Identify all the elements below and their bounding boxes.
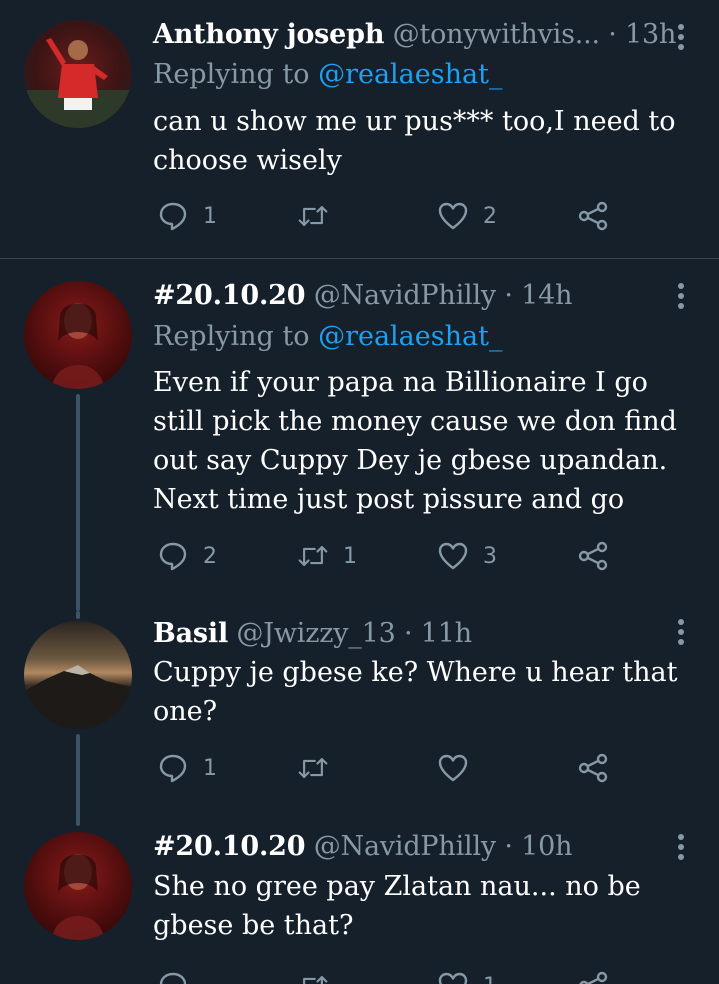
reply-button[interactable]: 1: [157, 748, 217, 788]
display-name[interactable]: #20.10.20: [153, 280, 306, 311]
avatar[interactable]: [24, 20, 132, 128]
tweet[interactable]: #20.10.20 @NavidPhilly · 14h Replying to…: [0, 259, 719, 611]
timestamp[interactable]: 11h: [421, 618, 472, 649]
separator-dot: ·: [504, 831, 513, 862]
tweet-text: can u show me ur pus*** too,I need to ch…: [153, 106, 676, 176]
retweet-button[interactable]: 1: [297, 536, 357, 576]
avatar-image: [52, 854, 104, 940]
tweet-header: Basil @Jwizzy_13 · 11h: [153, 617, 659, 651]
tweet-actions: 1 2: [153, 196, 633, 236]
retweet-button[interactable]: [297, 748, 343, 788]
share-button[interactable]: [577, 536, 609, 576]
separator-dot: ·: [608, 19, 617, 50]
tweet-header: #20.10.20 @NavidPhilly · 10h: [153, 830, 659, 864]
reply-icon: [159, 754, 187, 783]
replying-to-label: Replying to: [153, 321, 319, 352]
share-icon: [579, 971, 608, 984]
thread-connector: [76, 394, 80, 611]
thread-connector: [76, 611, 80, 619]
tweet-text: Even if your papa na Billionaire I go st…: [153, 367, 677, 515]
display-name[interactable]: #20.10.20: [153, 831, 306, 862]
retweet-button[interactable]: [297, 966, 343, 984]
more-options-icon[interactable]: [675, 834, 687, 862]
more-options-icon[interactable]: [675, 283, 687, 311]
user-handle[interactable]: @tonywithvis...: [393, 19, 600, 50]
replying-to-label: Replying to: [153, 59, 319, 90]
tweet-actions: 2 1 3: [153, 536, 633, 576]
like-count: 1: [483, 974, 497, 984]
avatar-image: [52, 303, 104, 389]
user-handle[interactable]: @NavidPhilly: [314, 831, 496, 862]
share-button[interactable]: [577, 748, 609, 788]
mention-link[interactable]: @realaeshat_: [318, 321, 502, 352]
avatar[interactable]: [24, 281, 132, 389]
retweet-icon: [298, 546, 328, 566]
like-count: 2: [483, 203, 497, 229]
share-icon: [578, 541, 608, 571]
timestamp[interactable]: 14h: [521, 280, 572, 311]
tweet[interactable]: Basil @Jwizzy_13 · 11h Cuppy je gbese ke…: [0, 611, 719, 826]
mention-link[interactable]: @realaeshat_: [318, 59, 502, 90]
reply-button[interactable]: 1: [157, 196, 217, 236]
replying-to: Replying to @realaeshat_: [153, 58, 502, 92]
share-icon: [578, 201, 608, 231]
like-count: 3: [483, 543, 497, 569]
separator-dot: ·: [403, 618, 413, 649]
thread-connector: [76, 734, 80, 826]
avatar[interactable]: [24, 832, 132, 940]
heart-icon: [438, 202, 468, 230]
display-name[interactable]: Basil: [153, 618, 228, 649]
tweet-actions: 1: [153, 748, 633, 788]
more-options-icon[interactable]: [675, 24, 687, 52]
like-button[interactable]: [437, 748, 483, 788]
tweet-header: Anthony joseph @tonywithvis... · 13h: [153, 18, 676, 52]
heart-icon: [438, 542, 468, 570]
replying-to: Replying to @realaeshat_: [153, 320, 502, 354]
avatar-image: [24, 38, 132, 128]
tweet-actions: 1: [153, 966, 633, 984]
reply-button[interactable]: [157, 966, 203, 984]
retweet-icon: [298, 206, 328, 226]
like-button[interactable]: 2: [437, 196, 497, 236]
tweet-text: Cuppy je gbese ke? Where u hear that one…: [153, 657, 678, 727]
timestamp[interactable]: 10h: [521, 831, 572, 862]
reply-icon: [159, 202, 187, 231]
like-button[interactable]: 1: [437, 966, 497, 984]
retweet-button[interactable]: [297, 196, 343, 236]
tweet-header: #20.10.20 @NavidPhilly · 14h: [153, 279, 659, 313]
avatar-image: [24, 665, 132, 729]
like-button[interactable]: 3: [437, 536, 497, 576]
share-icon: [578, 753, 608, 783]
reply-count: 1: [203, 203, 217, 229]
reply-icon: [159, 542, 187, 571]
reply-icon: [159, 972, 187, 984]
heart-icon: [438, 972, 468, 984]
retweet-count: 1: [343, 543, 357, 569]
separator-dot: ·: [504, 280, 513, 311]
heart-icon: [438, 754, 468, 782]
user-handle[interactable]: @Jwizzy_13: [236, 618, 395, 649]
reply-count: 1: [203, 755, 217, 781]
avatar[interactable]: [24, 621, 132, 729]
retweet-icon: [303, 976, 328, 984]
tweet[interactable]: #20.10.20 @NavidPhilly · 10h She no gree…: [0, 826, 719, 984]
reply-button[interactable]: 2: [157, 536, 217, 576]
share-button[interactable]: [577, 196, 609, 236]
retweet-icon: [298, 758, 328, 778]
tweet-text: She no gree pay Zlatan nau... no be gbes…: [153, 871, 641, 941]
user-handle[interactable]: @NavidPhilly: [314, 280, 496, 311]
more-options-icon[interactable]: [675, 619, 687, 647]
display-name[interactable]: Anthony joseph: [153, 19, 384, 50]
tweet[interactable]: Anthony joseph @tonywithvis... · 13h Rep…: [0, 0, 719, 258]
share-button[interactable]: [577, 966, 609, 984]
reply-count: 2: [203, 543, 217, 569]
timestamp[interactable]: 13h: [625, 19, 676, 50]
